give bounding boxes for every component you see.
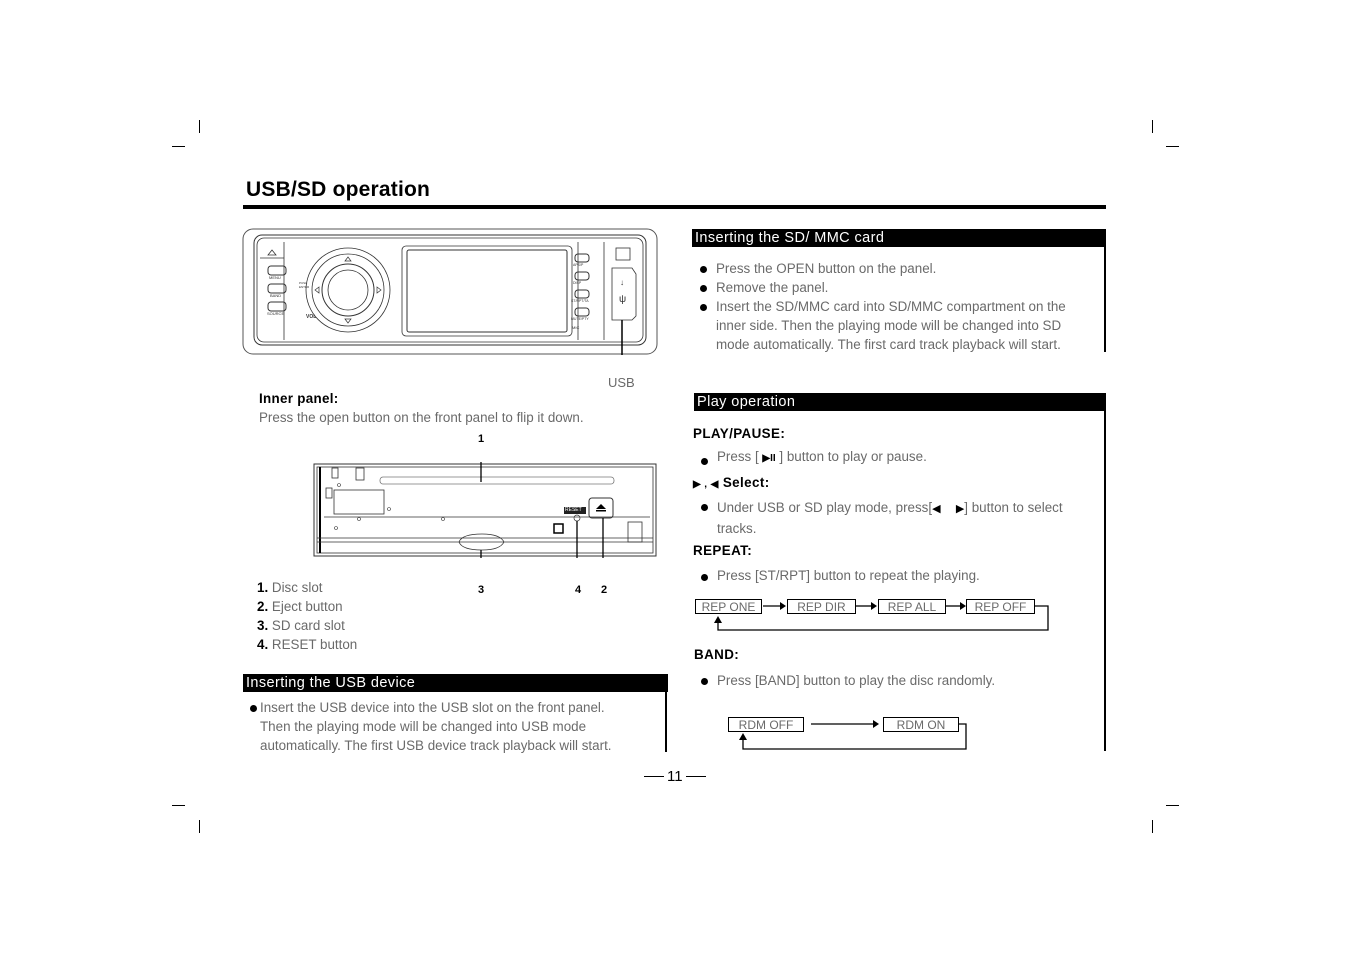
legend-item: 3. SD card slot <box>257 616 357 635</box>
usb-line: automatically. The first USB device trac… <box>260 738 612 753</box>
usb-section-heading: Inserting the USB device <box>243 674 668 692</box>
band-flow-arrows <box>739 720 967 750</box>
legend-num: 2. <box>257 599 269 614</box>
menu-label: MENU <box>269 275 281 280</box>
callout-2: 2 <box>601 584 608 596</box>
svg-text:↓: ↓ <box>620 278 624 287</box>
legend-num: 3. <box>257 618 269 633</box>
inner-panel-illustration: RESET <box>312 462 658 558</box>
select-line: Under USB or SD play mode, press[◀ ▶] bu… <box>717 498 1063 519</box>
legend-text: Eject button <box>271 599 343 614</box>
sd-line: inner side. Then the playing mode will b… <box>716 318 1062 333</box>
bullet-icon <box>700 285 707 292</box>
play-pause-icon: ▶II <box>762 453 776 464</box>
repeat-label: REPEAT: <box>693 543 753 558</box>
inner-panel-description: Press the open button on the front panel… <box>259 410 584 425</box>
usb-section-text: Insert the USB device into the USB slot … <box>260 698 612 755</box>
dash <box>644 776 664 777</box>
bullet-icon <box>701 504 708 511</box>
repeat-text: Press [ST/RPT] button to repeat the play… <box>717 568 980 583</box>
legend-item: 2. Eject button <box>257 597 357 616</box>
usb-line: Then the playing mode will be changed in… <box>260 719 587 734</box>
text: Under USB or SD play mode, press[ <box>717 500 933 515</box>
bullet-icon <box>701 678 708 685</box>
callout-3: 3 <box>478 584 485 596</box>
bullet-icon <box>701 458 708 465</box>
legend-item: 1. Disc slot <box>257 578 357 597</box>
source-label: SOURCE <box>267 311 285 316</box>
legend-text: SD card slot <box>271 618 345 633</box>
front-panel-illustration: ↓ ψ MENU BAND SOURCE PUSH ENTER VOL APS/… <box>242 228 658 355</box>
legend-text: Disc slot <box>271 580 323 595</box>
repeat-flow-arrows <box>714 602 1049 631</box>
select-line: tracks. <box>717 521 757 536</box>
bullet-icon <box>701 574 708 581</box>
usb-callout: USB <box>608 375 635 390</box>
sd-section-heading: Inserting the SD/ MMC card <box>692 229 1106 247</box>
title-rule <box>243 205 1106 209</box>
select-label-row: ▶ , ◀ Select: <box>693 475 770 490</box>
bullet-icon <box>250 705 257 712</box>
sd-line: mode automatically. The first card track… <box>716 337 1061 352</box>
sd-bullet-3: Insert the SD/MMC card into SD/MMC compa… <box>716 297 1066 354</box>
inner-panel-heading: Inner panel: <box>259 391 339 406</box>
section-border <box>1104 411 1106 751</box>
play-pause-label: PLAY/PAUSE: <box>693 426 786 441</box>
crop-mark <box>1152 820 1153 833</box>
dash <box>685 776 706 777</box>
sd-bullet-2: Remove the panel. <box>716 280 829 295</box>
band-label: BAND <box>270 293 282 298</box>
svg-text:ψ: ψ <box>619 294 626 305</box>
legend-item: 4. RESET button <box>257 635 357 654</box>
select-text: Under USB or SD play mode, press[◀ ▶] bu… <box>717 498 1063 538</box>
crop-mark <box>1152 120 1153 133</box>
select-label: Select: <box>722 475 770 490</box>
page-number-text: 11 <box>667 768 683 785</box>
legend-num: 1. <box>257 580 269 595</box>
reset-label: RESET <box>565 507 582 513</box>
sd-line: Insert the SD/MMC card into SD/MMC compa… <box>716 299 1066 314</box>
crop-mark <box>172 146 185 147</box>
page-title: USB/SD operation <box>246 178 431 201</box>
usb-line: Insert the USB device into the USB slot … <box>260 700 605 715</box>
page-number: 11 <box>644 768 706 785</box>
prev-next-icons: ◀ ▶ <box>932 503 965 515</box>
vol-label: VOL <box>306 314 317 320</box>
bullet-icon <box>700 266 707 273</box>
crop-mark <box>172 805 185 806</box>
aps-label: APS/P <box>573 263 584 267</box>
legend-num: 4. <box>257 637 269 652</box>
legend-text: RESET button <box>271 637 358 652</box>
crop-mark <box>1166 805 1179 806</box>
inner-panel-legend: 1. Disc slot 2. Eject button 3. SD card … <box>257 578 357 654</box>
bullet-icon <box>700 304 707 311</box>
crop-mark <box>199 120 200 133</box>
crop-mark <box>1166 146 1179 147</box>
text: ] button to play or pause. <box>779 449 927 464</box>
crop-mark <box>199 820 200 833</box>
band-text: Press [BAND] button to play the disc ran… <box>717 673 996 688</box>
callout-1: 1 <box>478 433 485 445</box>
disp-label: DISP <box>573 281 582 285</box>
push-enter-label: PUSH ENTER <box>299 281 310 289</box>
section-border <box>1104 247 1106 352</box>
section-border <box>665 692 667 752</box>
mic-label: MIC <box>572 325 580 330</box>
text: Press [ <box>717 449 759 464</box>
play-section-heading: Play operation <box>694 393 1106 411</box>
sd-bullet-1: Press the OPEN button on the panel. <box>716 261 937 276</box>
next-prev-icons: ▶ , ◀ <box>693 479 719 490</box>
band-label: BAND: <box>694 647 740 662</box>
mute-label: MUTE/PTY <box>571 317 589 321</box>
callout-4: 4 <box>575 584 582 596</box>
play-pause-text: Press [ ▶II ] button to play or pause. <box>717 447 927 468</box>
text: ] button to select <box>964 500 1063 515</box>
st-rpt-label: ST/RPT/TA <box>571 299 589 303</box>
